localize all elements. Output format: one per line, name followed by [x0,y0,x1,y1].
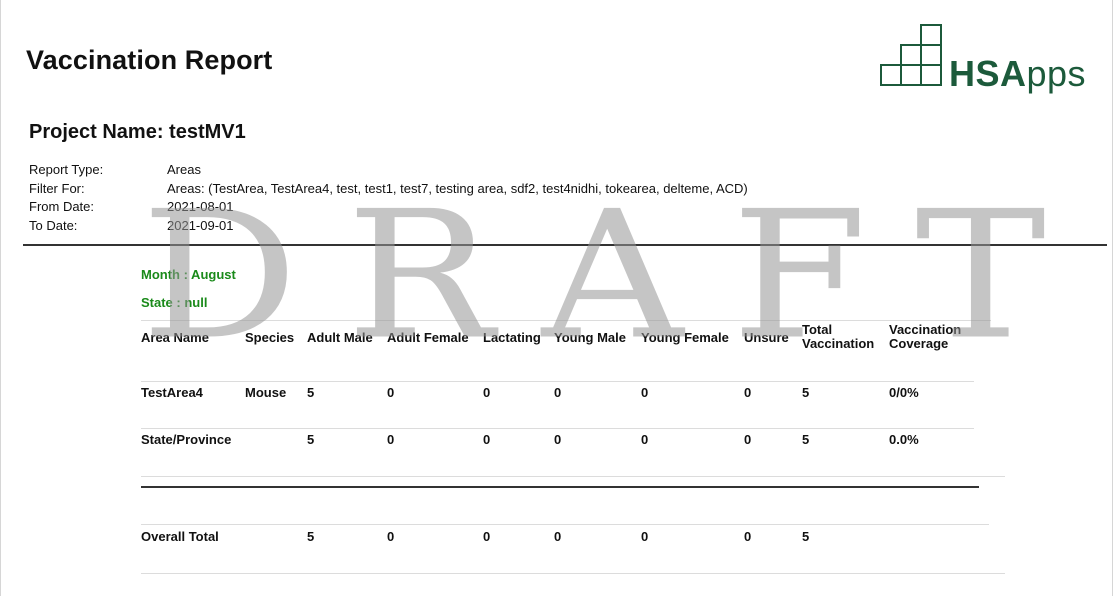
row-divider [141,428,974,429]
header-total-vaccination: Total Vaccination [802,322,875,351]
header-young-female: Young Female [641,330,729,345]
cell-young-male: 0 [554,529,562,544]
meta-value: Areas [167,162,201,177]
logo-wordmark: HSApps [949,56,1086,92]
cell-total-vaccination: 5 [802,385,810,400]
header-unsure: Unsure [744,330,789,345]
report-title: Vaccination Report [26,45,273,75]
cell-adult-female: 0 [387,529,395,544]
cell-species: Mouse [245,385,287,400]
cell-adult-female: 0 [387,385,395,400]
cell-vaccination-coverage: 0/0% [889,385,919,400]
meta-value: Areas: (TestArea, TestArea4, test, test1… [167,181,748,196]
row-divider [141,524,989,525]
report-page: Vaccination Report HSApps Project Name: … [0,0,1113,596]
meta-value: 2021-08-01 [167,199,234,214]
header-divider [23,244,1107,246]
cell-unsure: 0 [744,385,752,400]
project-name: Project Name: testMV1 [29,121,246,143]
cell-adult-male: 5 [307,432,315,447]
cell-young-female: 0 [641,432,649,447]
month-label: Month : August [141,267,236,282]
cell-young-female: 0 [641,385,649,400]
header-adult-female: Adult Female [387,330,469,345]
hsapps-logo: HSApps [879,23,1089,93]
cell-unsure: 0 [744,432,752,447]
header-adult-male: Adult Male [307,330,373,345]
logo-wordmark-bold: HSA [949,53,1027,94]
cell-adult-male: 5 [307,385,315,400]
header-young-male: Young Male [554,330,626,345]
cell-total-vaccination: 5 [802,432,810,447]
meta-key: Report Type: [29,162,104,177]
cell-young-female: 0 [641,529,649,544]
meta-key: To Date: [29,218,78,233]
cell-young-male: 0 [554,432,562,447]
cell-lactating: 0 [483,385,491,400]
row-divider [141,476,1005,477]
cell-vaccination-coverage: 0.0% [889,432,919,447]
header-vaccination-coverage: Vaccination Coverage [889,322,962,351]
cell-lactating: 0 [483,529,491,544]
cell-area-name: State/Province [141,432,232,447]
cell-total-label: Overall Total [141,529,219,544]
table-top-line [141,320,991,321]
logo-blocks-icon [880,24,942,86]
row-divider [141,573,1005,574]
state-label: State : null [141,295,208,310]
meta-key: Filter For: [29,181,85,196]
cell-unsure: 0 [744,529,752,544]
cell-area-name: TestArea4 [141,385,203,400]
cell-young-male: 0 [554,385,562,400]
row-divider [141,381,974,382]
logo-wordmark-rest: pps [1026,53,1087,94]
header-species: Species [245,330,295,345]
meta-key: From Date: [29,199,95,214]
cell-adult-male: 5 [307,529,315,544]
total-divider [141,486,979,488]
header-area-name: Area Name [141,330,209,345]
cell-adult-female: 0 [387,432,395,447]
header-lactating: Lactating [483,330,541,345]
meta-value: 2021-09-01 [167,218,234,233]
cell-total-vaccination: 5 [802,529,810,544]
cell-lactating: 0 [483,432,491,447]
